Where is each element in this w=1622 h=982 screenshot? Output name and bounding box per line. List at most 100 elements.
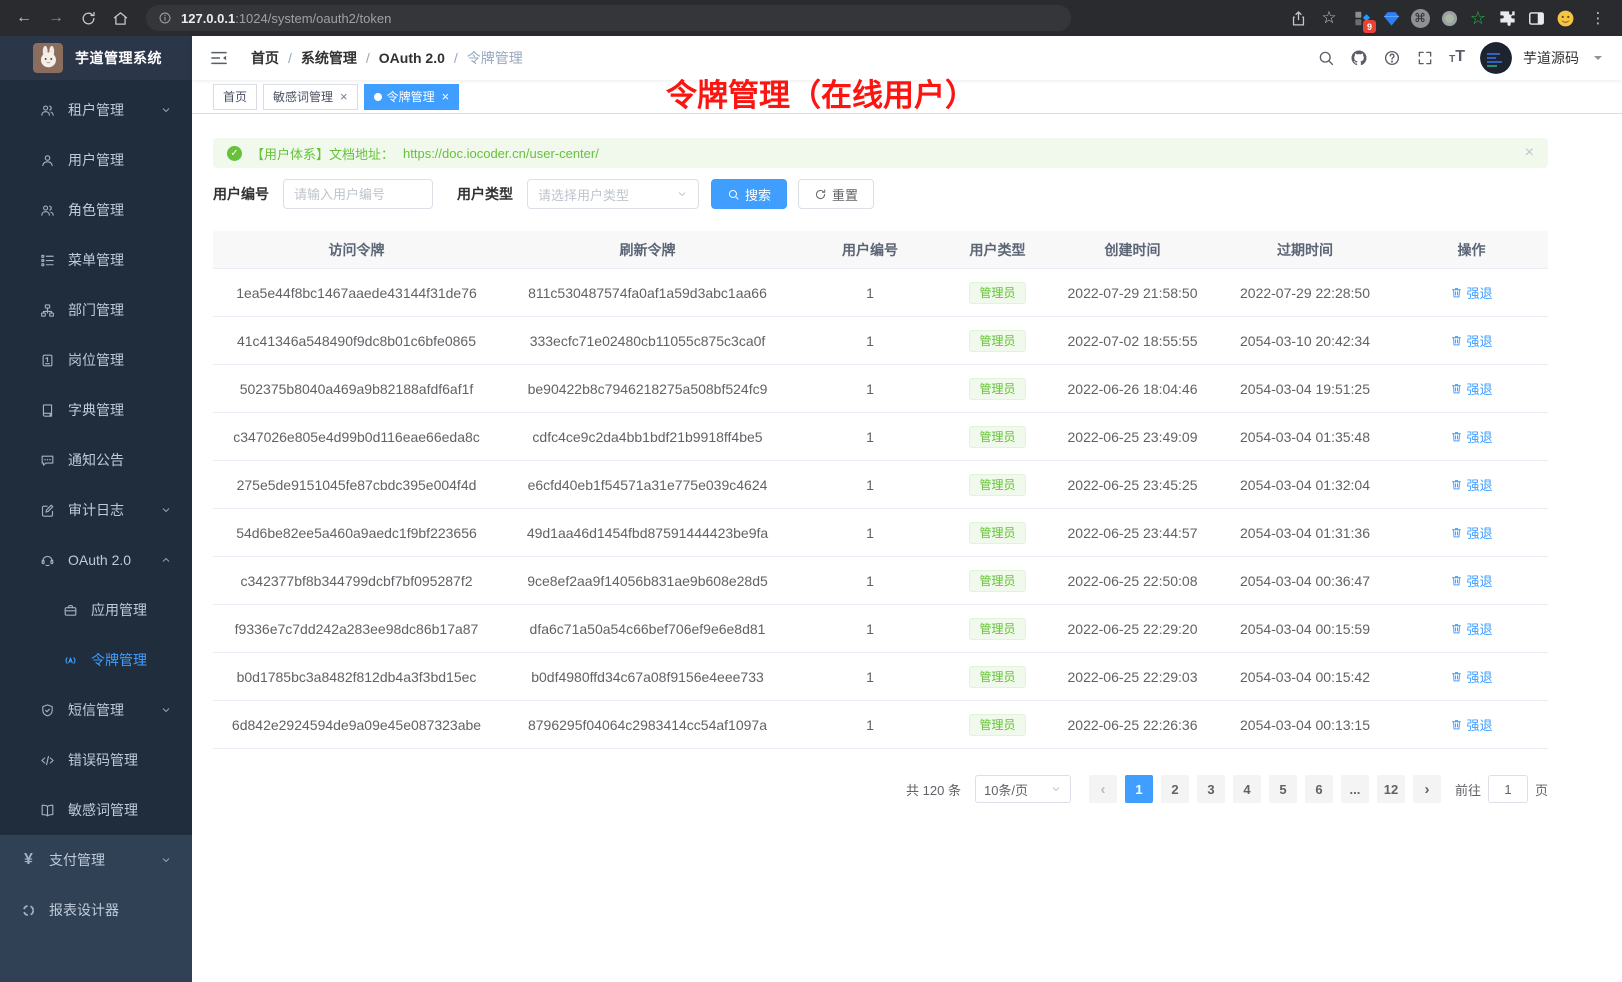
sidebar-item-notice[interactable]: 通知公告 [0,435,192,485]
sidebar-item-user[interactable]: 用户管理 [0,135,192,185]
page-12[interactable]: 12 [1377,775,1405,803]
cell-utype: 管理员 [945,618,1050,640]
alert-link[interactable]: https://doc.iocoder.cn/user-center/ [403,146,599,161]
cell-uid: 1 [795,477,945,493]
breadcrumb-item[interactable]: OAuth 2.0 [379,50,445,66]
home-icon[interactable] [106,4,134,32]
force-logout-button[interactable]: 强退 [1450,667,1492,686]
user-type-badge: 管理员 [969,618,1025,640]
sidebar-item-dept[interactable]: 部门管理 [0,285,192,335]
record-icon[interactable] [1437,6,1461,30]
sidebar-item-sms[interactable]: 短信管理 [0,685,192,735]
sidebar-item-pay[interactable]: ¥支付管理 [0,835,192,885]
sidebar-item-dict[interactable]: 字典管理 [0,385,192,435]
search-icon[interactable] [1317,49,1335,67]
side-panel-icon[interactable] [1524,6,1548,30]
force-logout-button[interactable]: 强退 [1450,331,1492,350]
sidebar-item-post[interactable]: 岗位管理 [0,335,192,385]
gem-icon[interactable] [1379,6,1403,30]
force-logout-label: 强退 [1466,571,1492,590]
close-icon[interactable]: × [340,90,348,103]
active-dot [374,93,382,101]
sidebar-item-token[interactable]: 令牌管理 [0,635,192,685]
sidebar-item-role[interactable]: 角色管理 [0,185,192,235]
back-icon[interactable]: ← [10,4,38,32]
sidebar-item-menu[interactable]: 菜单管理 [0,235,192,285]
page-6[interactable]: 6 [1305,775,1333,803]
page-2[interactable]: 2 [1161,775,1189,803]
page-1[interactable]: 1 [1125,775,1153,803]
force-logout-label: 强退 [1466,379,1492,398]
fullscreen-icon[interactable] [1416,49,1434,67]
pager-more[interactable]: ... [1341,775,1369,803]
sidebar-item-label: 角色管理 [68,200,124,220]
font-size-icon[interactable]: TT [1449,49,1465,67]
caret-down-icon[interactable] [1594,56,1602,64]
force-logout-button[interactable]: 强退 [1450,523,1492,542]
avatar[interactable] [1480,42,1512,74]
sidebar-item-errcode[interactable]: 错误码管理 [0,735,192,785]
tag-敏感词管理[interactable]: 敏感词管理× [263,84,358,110]
sidebar-item-oauth[interactable]: OAuth 2.0 [0,535,192,585]
force-logout-button[interactable]: 强退 [1450,571,1492,590]
sidebar-item-audit[interactable]: 审计日志 [0,485,192,535]
tag-首页[interactable]: 首页 [213,84,257,110]
site-info-icon[interactable] [158,11,172,25]
prev-page-button[interactable]: ‹ [1089,775,1117,803]
logo-image [33,43,63,73]
sidebar-item-sensitive[interactable]: 敏感词管理 [0,785,192,835]
force-logout-button[interactable]: 强退 [1450,619,1492,638]
cell-action: 强退 [1395,283,1548,302]
user-id-input[interactable] [283,179,433,209]
reset-button[interactable]: 重置 [798,179,874,209]
emoji-icon[interactable] [1553,6,1577,30]
page-4[interactable]: 4 [1233,775,1261,803]
page-size-select[interactable]: 10条/页 [975,775,1071,803]
close-icon[interactable]: × [442,90,450,103]
goto-page-input[interactable] [1488,775,1528,803]
cell-uid: 1 [795,333,945,349]
total-count: 共 120 条 [906,780,961,799]
force-logout-button[interactable]: 强退 [1450,475,1492,494]
sidebar-item-app[interactable]: 应用管理 [0,585,192,635]
blocks-icon[interactable]: 9 [1350,6,1374,30]
forward-icon[interactable]: → [42,4,70,32]
help-icon[interactable] [1383,49,1401,67]
main-area: 首页/系统管理/OAuth 2.0/令牌管理 TT 芋道源码 首页敏感词管理×令… [192,36,1622,982]
page-5[interactable]: 5 [1269,775,1297,803]
user-type-select[interactable]: 请选择用户类型 [527,179,699,209]
github-icon[interactable] [1350,49,1368,67]
force-logout-button[interactable]: 强退 [1450,715,1492,734]
cell-expires: 2054-03-04 01:31:36 [1215,525,1395,541]
goto-page: 前往 页 [1455,775,1548,803]
puzzle-icon[interactable] [1495,6,1519,30]
token-table: 访问令牌刷新令牌用户编号用户类型创建时间过期时间操作 1ea5e44f8bc14… [213,231,1548,749]
collapse-sidebar-icon[interactable] [209,48,229,68]
sidebar-item-tenant[interactable]: 租户管理 [0,85,192,135]
star-green-icon[interactable]: ☆ [1466,6,1490,30]
cell-action: 强退 [1395,571,1548,590]
force-logout-button[interactable]: 强退 [1450,283,1492,302]
force-logout-button[interactable]: 强退 [1450,427,1492,446]
url-bar[interactable]: 127.0.0.1:1024/system/oauth2/token [146,5,1071,31]
force-logout-button[interactable]: 强退 [1450,379,1492,398]
user-name[interactable]: 芋道源码 [1523,48,1579,68]
tag-令牌管理[interactable]: 令牌管理× [364,84,460,110]
page-3[interactable]: 3 [1197,775,1225,803]
next-page-button[interactable]: › [1413,775,1441,803]
breadcrumb-item[interactable]: 首页 [251,48,279,68]
search-button[interactable]: 搜索 [711,179,787,209]
table-row: 275e5de9151045fe87cbdc395e004f4de6cfd40e… [213,461,1548,509]
alert-close-icon[interactable]: × [1525,144,1534,162]
bookmark-star-icon[interactable]: ☆ [1315,4,1343,32]
reload-icon[interactable] [74,4,102,32]
command-icon[interactable]: ⌘ [1408,6,1432,30]
breadcrumb-item[interactable]: 系统管理 [301,48,357,68]
cell-expires: 2054-03-04 01:35:48 [1215,429,1395,445]
cell-utype: 管理员 [945,666,1050,688]
breadcrumb-separator: / [366,50,370,66]
app-logo[interactable]: 芋道管理系统 [0,36,192,80]
share-icon[interactable] [1284,4,1312,32]
sidebar-item-report[interactable]: 报表设计器 [0,885,192,935]
kebab-menu-icon[interactable]: ⋮ [1584,4,1612,32]
